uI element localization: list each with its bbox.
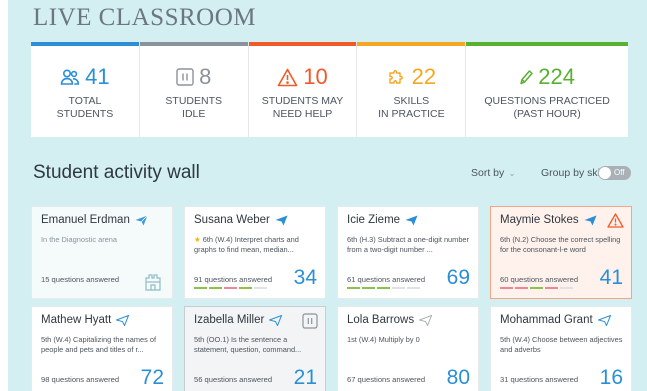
student-card-izabella-miller[interactable]: Izabella Miller 5th (OO.1) Is the senten… bbox=[184, 306, 326, 391]
stat-number: 41 bbox=[85, 64, 110, 89]
smart-score: 41 bbox=[599, 266, 623, 289]
skill-text: 5th (W.4) Choose between adjectives and … bbox=[500, 335, 623, 354]
students-icon bbox=[60, 69, 80, 85]
progress-segments bbox=[194, 287, 267, 289]
puzzle-icon bbox=[388, 70, 403, 84]
questions-answered: 56 questions answered bbox=[194, 375, 273, 384]
questions-answered: 61 questions answered bbox=[347, 275, 426, 284]
stat-label: QUESTIONS PRACTICED bbox=[484, 95, 610, 107]
stat-label: STUDENTS MAY bbox=[261, 95, 344, 107]
pencil-icon bbox=[520, 70, 533, 85]
page-title: LIVE CLASSROOM bbox=[33, 4, 256, 31]
paper-plane-icon bbox=[116, 314, 130, 326]
smart-score: 80 bbox=[446, 366, 470, 389]
chevron-down-icon: ⌄ bbox=[508, 168, 516, 178]
stat-total-students[interactable]: 41 TOTAL STUDENTS bbox=[31, 42, 140, 137]
paper-plane-icon bbox=[275, 215, 288, 225]
stats-summary: 41 TOTAL STUDENTS 8 STUDENTS IDLE 10 STUDE… bbox=[31, 42, 628, 137]
warning-icon bbox=[607, 213, 624, 228]
stat-label: STUDENTS bbox=[56, 108, 114, 120]
questions-answered: 98 questions answered bbox=[41, 375, 120, 384]
stat-need-help[interactable]: 10 STUDENTS MAY NEED HELP bbox=[248, 42, 358, 137]
student-card-mohammad-grant[interactable]: Mohammad Grant 5th (W.4) Choose between … bbox=[490, 306, 632, 391]
sort-by-label: Sort by bbox=[471, 167, 505, 179]
sort-by-dropdown[interactable]: Sort by ⌄ bbox=[471, 167, 516, 179]
questions-answered: 67 questions answered bbox=[347, 375, 426, 384]
stat-skills-in-practice[interactable]: 22 SKILLS IN PRACTICE bbox=[357, 42, 467, 137]
smart-score: 69 bbox=[446, 266, 470, 289]
stat-idle-students[interactable]: 8 STUDENTS IDLE bbox=[139, 42, 249, 137]
stat-number: 22 bbox=[411, 64, 437, 89]
stat-number: 8 bbox=[199, 64, 212, 89]
stat-label: STUDENTS bbox=[165, 95, 223, 107]
paper-plane-icon bbox=[405, 215, 418, 225]
student-name: Emanuel Erdman bbox=[41, 214, 130, 226]
student-name: Lola Barrows bbox=[347, 314, 415, 326]
student-name: Mathew Hyatt bbox=[41, 314, 112, 326]
paper-plane-icon bbox=[597, 314, 611, 326]
questions-answered: 60 questions answered bbox=[500, 275, 579, 284]
star-icon: ★ bbox=[194, 235, 201, 244]
skill-text: 1st (W.4) Multiply by 0 bbox=[347, 335, 420, 344]
skill-text: 6th (H.3) Subtract a one-digit number fr… bbox=[347, 235, 470, 254]
stat-label: IN PRACTICE bbox=[378, 108, 445, 120]
pause-icon bbox=[302, 313, 318, 329]
pause-icon bbox=[176, 68, 194, 86]
warning-icon bbox=[277, 68, 298, 86]
questions-answered: 91 questions answered bbox=[194, 275, 273, 284]
student-name: Izabella Miller bbox=[194, 314, 265, 326]
student-card-emanuel-erdman[interactable]: Emanuel Erdman In the Diagnostic arena 1… bbox=[31, 206, 173, 299]
student-name: Icie Zieme bbox=[347, 214, 401, 226]
student-card-susana-weber[interactable]: Susana Weber ★ 6th (W.4) Interpret chart… bbox=[184, 206, 326, 299]
toggle-knob bbox=[599, 167, 611, 179]
stat-questions-practiced[interactable]: 224 QUESTIONS PRACTICED (PAST HOUR) bbox=[466, 42, 628, 137]
stat-label: NEED HELP bbox=[272, 108, 333, 120]
student-name: Maymie Stokes bbox=[500, 214, 579, 226]
activity-wall-title: Student activity wall bbox=[33, 162, 200, 183]
progress-segments bbox=[347, 287, 420, 289]
questions-answered: 15 questions answered bbox=[41, 275, 120, 284]
diagnostic-arena-icon bbox=[145, 274, 161, 291]
smart-score: 34 bbox=[293, 266, 317, 289]
skill-text: In the Diagnostic arena bbox=[41, 235, 118, 244]
student-card-mathew-hyatt[interactable]: Mathew Hyatt 5th (W.4) Capitalizing the … bbox=[31, 306, 173, 391]
student-name: Susana Weber bbox=[194, 214, 270, 226]
stat-label: IDLE bbox=[182, 108, 206, 120]
skill-text: 5th (OO.1) Is the sentence a statement, … bbox=[194, 335, 302, 354]
stat-number: 10 bbox=[303, 64, 328, 89]
skill-text: 5th (W.4) Capitalizing the names of peop… bbox=[41, 335, 157, 354]
student-card-icie-zieme[interactable]: Icie Zieme 6th (H.3) Subtract a one-digi… bbox=[337, 206, 479, 299]
stat-number: 224 bbox=[538, 64, 575, 89]
skill-text: 6th (W.4) Interpret charts and graphs to… bbox=[194, 235, 299, 254]
toggle-label: Off bbox=[614, 168, 625, 177]
stat-label: TOTAL bbox=[68, 95, 102, 107]
paper-plane-icon bbox=[269, 314, 283, 326]
stat-label: (PAST HOUR) bbox=[513, 108, 581, 120]
stat-label: SKILLS bbox=[393, 95, 430, 107]
smart-score: 21 bbox=[293, 366, 317, 389]
progress-segments bbox=[500, 287, 573, 289]
paper-plane-icon bbox=[584, 215, 597, 225]
questions-answered: 31 questions answered bbox=[500, 375, 579, 384]
skill-text: 6th (N.2) Choose the correct spelling fo… bbox=[500, 235, 621, 254]
group-by-skill-toggle[interactable]: Off bbox=[598, 166, 631, 180]
student-card-maymie-stokes[interactable]: Maymie Stokes 6th (N.2) Choose the corre… bbox=[490, 206, 632, 299]
student-name: Mohammad Grant bbox=[500, 314, 593, 326]
paper-plane-icon bbox=[135, 214, 148, 225]
live-classroom-panel: LIVE CLASSROOM 41 TOTAL STUDENTS 8 STUDEN… bbox=[8, 0, 647, 391]
smart-score: 72 bbox=[140, 366, 164, 389]
smart-score: 16 bbox=[599, 366, 623, 389]
paper-plane-icon bbox=[419, 314, 433, 326]
student-card-lola-barrows[interactable]: Lola Barrows 1st (W.4) Multiply by 0 67 … bbox=[337, 306, 479, 391]
